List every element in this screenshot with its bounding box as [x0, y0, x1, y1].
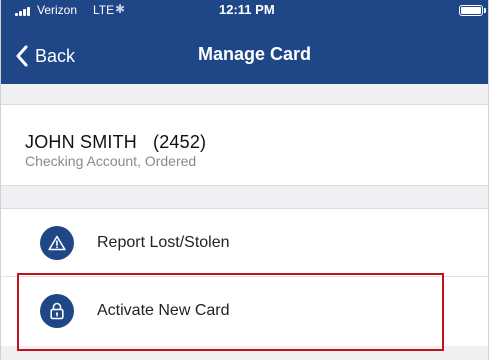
carrier-name: Verizon [37, 3, 78, 17]
battery-icon [459, 5, 483, 16]
activate-new-card-row[interactable]: Activate New Card [1, 277, 488, 345]
card-actions-list: Report Lost/Stolen Activate New Card [1, 208, 488, 346]
lock-icon [40, 294, 74, 328]
card-info-panel: JOHN SMITH (2452) Checking Account, Order… [1, 104, 488, 186]
app-header: Verizon LTE ✱ 12:11 PM Back Manage Card [1, 0, 488, 84]
card-holder-line: JOHN SMITH (2452) [25, 132, 206, 153]
battery-tip [484, 8, 486, 13]
activate-new-card-label: Activate New Card [97, 302, 230, 319]
report-lost-stolen-label: Report Lost/Stolen [97, 233, 230, 251]
bottom-gap [1, 346, 488, 360]
activity-spinner-icon: ✱ [115, 2, 126, 16]
warning-icon [40, 225, 74, 260]
report-lost-stolen-row[interactable]: Report Lost/Stolen [1, 209, 488, 277]
network-type: LTE [93, 3, 115, 17]
card-holder-name: JOHN SMITH [25, 132, 137, 152]
phone-screen: Verizon LTE ✱ 12:11 PM Back Manage Card … [0, 0, 489, 360]
page-title: Manage Card [197, 44, 312, 64]
card-account-status: Checking Account, Ordered [25, 153, 197, 169]
status-bar: Verizon LTE ✱ 12:11 PM [1, 0, 488, 22]
battery-level [461, 7, 481, 14]
card-number-suffix: (2452) [153, 132, 207, 152]
status-time: 12:11 PM [219, 2, 275, 17]
signal-strength-icon [15, 6, 33, 16]
